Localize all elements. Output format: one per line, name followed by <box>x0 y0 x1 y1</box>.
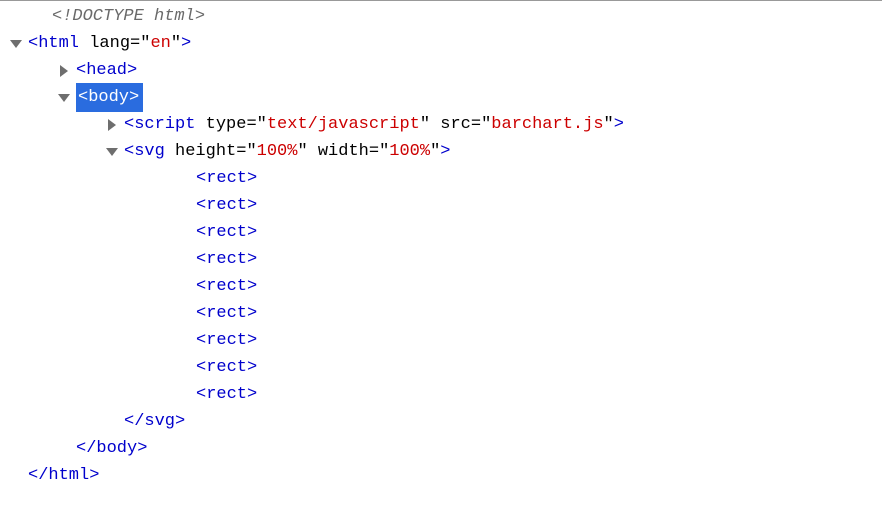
node-rect[interactable]: <rect> <box>0 327 882 354</box>
arrow-slot-empty <box>172 273 196 300</box>
rect-tag: <rect> <box>196 300 257 327</box>
rect-tag: <rect> <box>196 165 257 192</box>
arrow-slot-empty <box>100 408 124 435</box>
node-head[interactable]: <head> <box>0 57 882 84</box>
arrow-slot-empty <box>172 165 196 192</box>
node-body-open[interactable]: <body> <box>0 84 882 111</box>
node-rect[interactable]: <rect> <box>0 192 882 219</box>
node-html-close[interactable]: </html> <box>0 462 882 489</box>
rects-container: <rect><rect><rect><rect><rect><rect><rec… <box>0 165 882 408</box>
node-rect[interactable]: <rect> <box>0 246 882 273</box>
arrow-slot-empty <box>28 3 52 30</box>
node-svg-open[interactable]: <svg height="100%" width="100%"> <box>0 138 882 165</box>
expand-toggle-svg[interactable] <box>100 138 124 165</box>
arrow-slot-empty <box>172 246 196 273</box>
node-rect[interactable]: <rect> <box>0 381 882 408</box>
rect-tag: <rect> <box>196 354 257 381</box>
rect-tag: <rect> <box>196 219 257 246</box>
script-open-tag: <script type="text/javascript" src="barc… <box>124 111 624 138</box>
rect-tag: <rect> <box>196 246 257 273</box>
elements-panel: <!DOCTYPE html> <html lang="en"> <head> … <box>0 0 882 489</box>
arrow-slot-empty <box>172 327 196 354</box>
node-body-close[interactable]: </body> <box>0 435 882 462</box>
chevron-down-icon <box>106 148 118 156</box>
chevron-right-icon <box>60 65 68 77</box>
html-open-tag: <html lang="en"> <box>28 30 191 57</box>
arrow-slot-empty <box>52 435 76 462</box>
expand-toggle-html[interactable] <box>4 30 28 57</box>
arrow-slot-empty <box>172 192 196 219</box>
node-script[interactable]: <script type="text/javascript" src="barc… <box>0 111 882 138</box>
node-rect[interactable]: <rect> <box>0 354 882 381</box>
node-rect[interactable]: <rect> <box>0 300 882 327</box>
svg-open-tag: <svg height="100%" width="100%"> <box>124 138 451 165</box>
expand-toggle-body[interactable] <box>52 84 76 111</box>
body-close-tag: </body> <box>76 435 147 462</box>
node-html-open[interactable]: <html lang="en"> <box>0 30 882 57</box>
chevron-down-icon <box>58 94 70 102</box>
chevron-right-icon <box>108 119 116 131</box>
arrow-slot-empty <box>172 354 196 381</box>
head-open-tag: <head> <box>76 57 137 84</box>
node-doctype[interactable]: <!DOCTYPE html> <box>0 3 882 30</box>
arrow-slot-empty <box>172 300 196 327</box>
node-rect[interactable]: <rect> <box>0 165 882 192</box>
doctype-text: <!DOCTYPE html> <box>52 3 205 30</box>
svg-close-tag: </svg> <box>124 408 185 435</box>
node-rect[interactable]: <rect> <box>0 219 882 246</box>
expand-toggle-head[interactable] <box>52 57 76 84</box>
chevron-down-icon <box>10 40 22 48</box>
rect-tag: <rect> <box>196 273 257 300</box>
arrow-slot-empty <box>4 462 28 489</box>
rect-tag: <rect> <box>196 327 257 354</box>
html-close-tag: </html> <box>28 462 99 489</box>
node-svg-close[interactable]: </svg> <box>0 408 882 435</box>
arrow-slot-empty <box>172 381 196 408</box>
node-rect[interactable]: <rect> <box>0 273 882 300</box>
rect-tag: <rect> <box>196 381 257 408</box>
rect-tag: <rect> <box>196 192 257 219</box>
arrow-slot-empty <box>172 219 196 246</box>
selected-node: <body> <box>76 83 143 112</box>
expand-toggle-script[interactable] <box>100 111 124 138</box>
